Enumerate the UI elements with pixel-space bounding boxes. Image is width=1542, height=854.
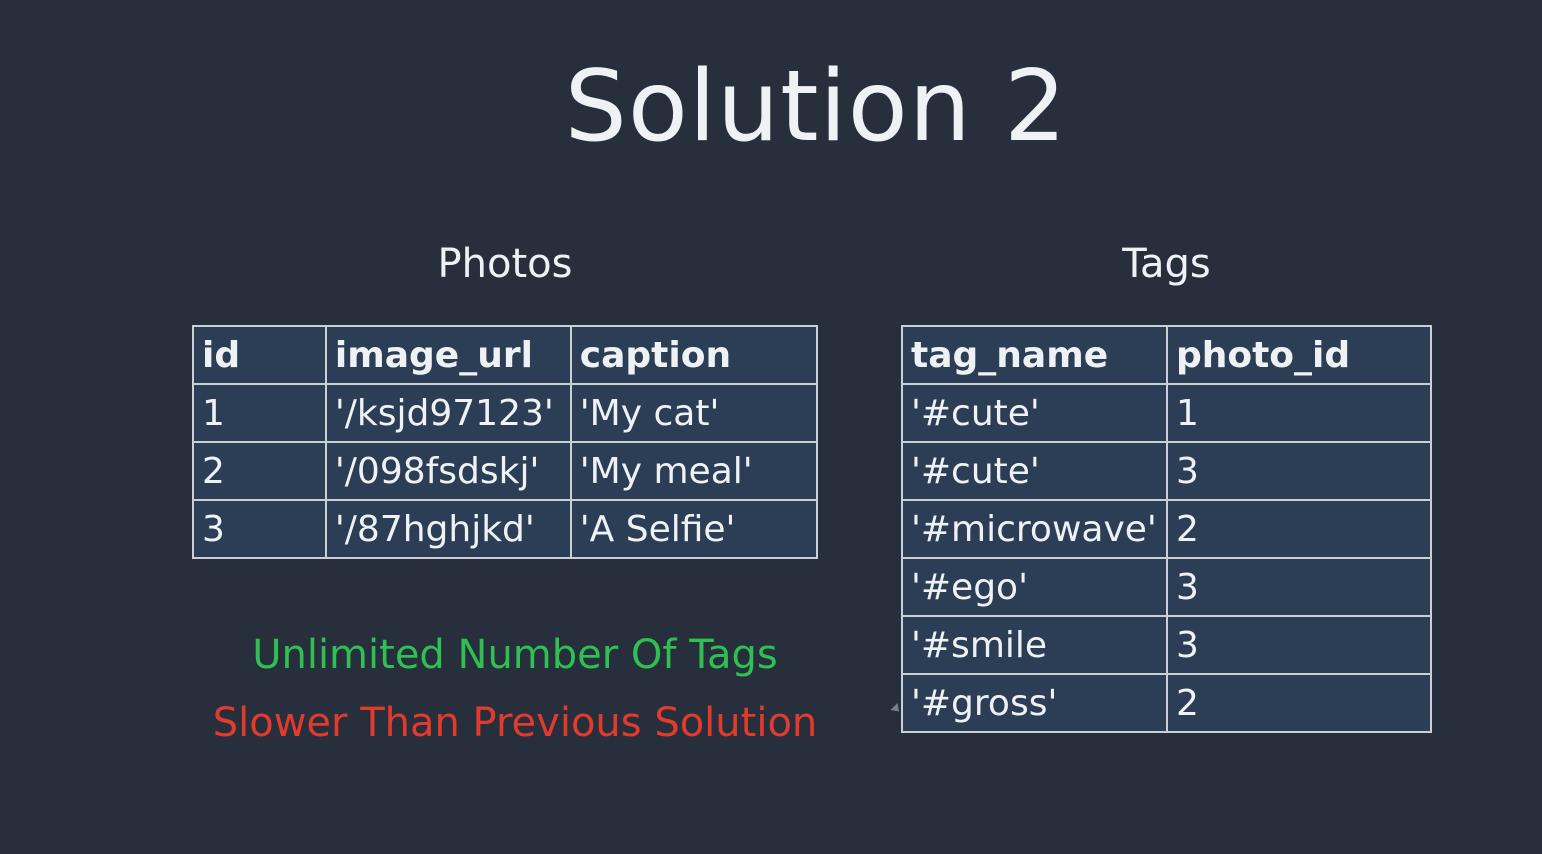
tags-cell: 3 — [1165, 441, 1433, 501]
tags-row: '#smile 3 — [901, 615, 1433, 675]
tags-cell: 1 — [1165, 383, 1433, 443]
photos-table: id image_url caption 1 '/ksjd97123' 'My … — [192, 325, 819, 559]
photos-table-heading: Photos — [437, 241, 573, 287]
photos-column-header: caption — [569, 325, 819, 385]
tags-cell: '#cute' — [901, 441, 1168, 501]
tags-cell: 2 — [1165, 499, 1433, 559]
tags-table: tag_name photo_id '#cute' 1 '#cute' 3 '#… — [901, 325, 1433, 733]
photos-row: 1 '/ksjd97123' 'My cat' — [192, 383, 819, 443]
tags-cell: 3 — [1165, 557, 1433, 617]
con-note: Slower Than Previous Solution — [212, 700, 818, 746]
photos-cell: 2 — [192, 441, 327, 501]
tags-cell: '#microwave' — [901, 499, 1168, 559]
tags-table-heading: Tags — [1122, 241, 1211, 287]
photos-cell: 'A Selfie' — [569, 499, 819, 559]
tags-row: '#gross' 2 — [901, 673, 1433, 733]
tags-row: '#ego' 3 — [901, 557, 1433, 617]
tags-cell: '#ego' — [901, 557, 1168, 617]
pro-note: Unlimited Number Of Tags — [252, 632, 778, 678]
tags-row: '#cute' 3 — [901, 441, 1433, 501]
tags-column-header: photo_id — [1165, 325, 1433, 385]
tags-cell: '#cute' — [901, 383, 1168, 443]
photos-cell: 'My cat' — [569, 383, 819, 443]
photos-row: 3 '/87hghjkd' 'A Selfie' — [192, 499, 819, 559]
tags-header-row: tag_name photo_id — [901, 325, 1433, 385]
tags-row: '#cute' 1 — [901, 383, 1433, 443]
photos-cell: 1 — [192, 383, 327, 443]
photos-cell: '/87hghjkd' — [324, 499, 572, 559]
tags-cell: 3 — [1165, 615, 1433, 675]
photos-row: 2 '/098fsdskj' 'My meal' — [192, 441, 819, 501]
photos-column-header: image_url — [324, 325, 572, 385]
tags-row: '#microwave' 2 — [901, 499, 1433, 559]
tags-cell: 2 — [1165, 673, 1433, 733]
photos-cell: 'My meal' — [569, 441, 819, 501]
tags-column-header: tag_name — [901, 325, 1168, 385]
tags-cell: '#gross' — [901, 673, 1168, 733]
slide-title: Solution 2 — [564, 50, 1068, 164]
photos-header-row: id image_url caption — [192, 325, 819, 385]
tags-cell: '#smile — [901, 615, 1168, 675]
photos-column-header: id — [192, 325, 327, 385]
photos-cell: '/ksjd97123' — [324, 383, 572, 443]
photos-cell: '/098fsdskj' — [324, 441, 572, 501]
photos-cell: 3 — [192, 499, 327, 559]
